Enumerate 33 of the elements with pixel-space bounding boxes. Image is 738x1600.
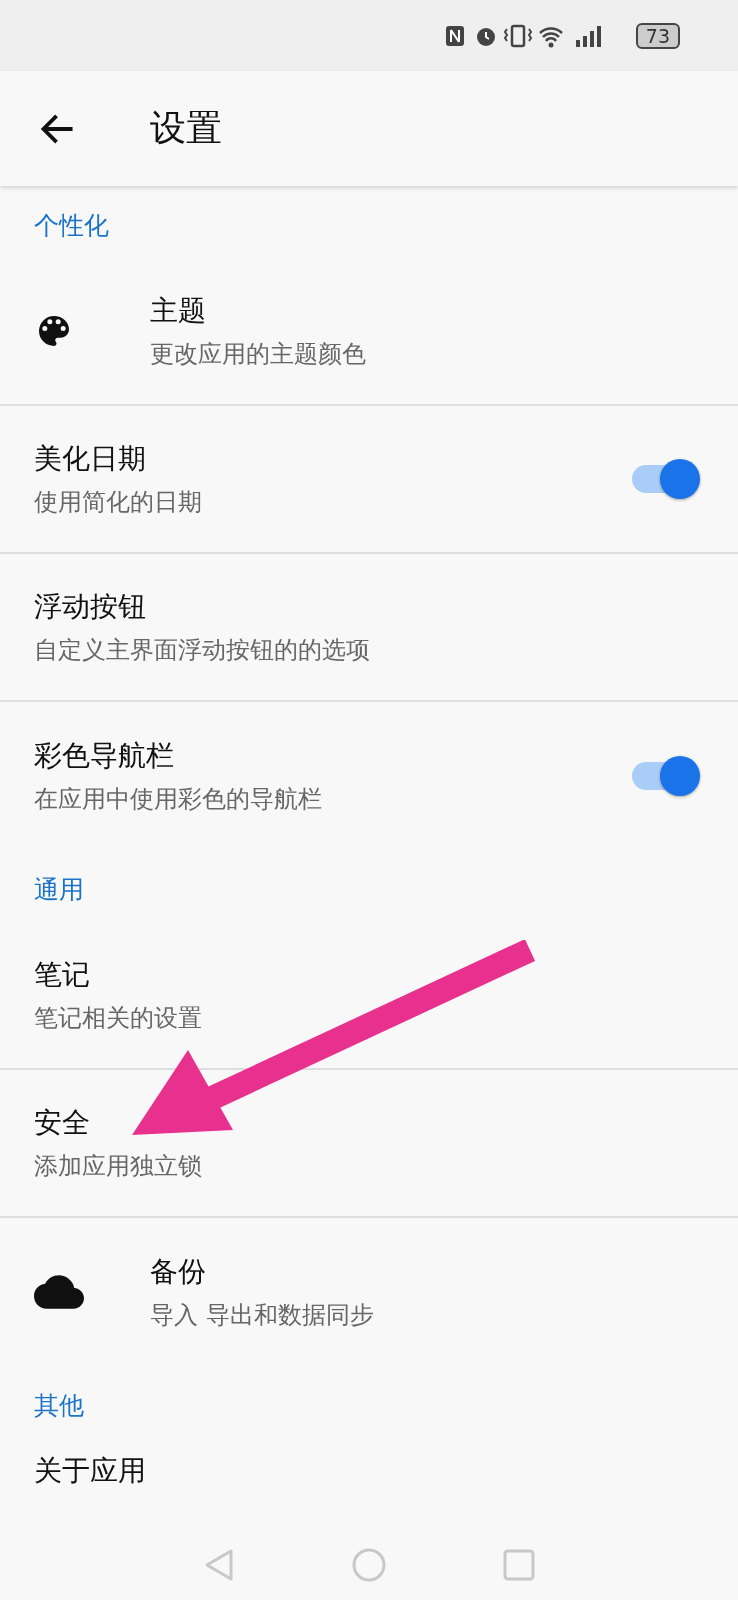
toggle-switch[interactable] [630,756,700,796]
item-title: 笔记 [34,957,91,993]
item-title: 主题 [150,293,207,329]
item-title: 美化日期 [34,441,147,477]
item-title: 安全 [34,1105,91,1141]
item-subtitle: 使用简化的日期 [34,487,203,518]
item-subtitle: 笔记相关的设置 [34,1003,203,1034]
section-header: 通用 [34,873,84,906]
cloud-icon [34,1275,84,1309]
back-arrow-icon [40,112,76,145]
item-title: 备份 [150,1254,207,1290]
item-title: 关于应用 [34,1453,147,1489]
section-header: 其他 [34,1389,84,1422]
settings-item[interactable]: 美化日期 使用简化的日期 [0,406,738,554]
battery-level: 73 [635,22,680,49]
item-subtitle: 更改应用的主题颜色 [150,339,367,370]
page-title: 设置 [150,106,222,150]
item-title: 浮动按钮 [34,589,147,625]
settings-item[interactable]: 备份 导入 导出和数据同步 [0,1218,738,1366]
item-subtitle: 在应用中使用彩色的导航栏 [34,784,323,815]
settings-item[interactable]: 关于应用 [0,1438,738,1490]
toggle-switch[interactable] [630,459,700,499]
settings-item[interactable]: 浮动按钮 自定义主界面浮动按钮的的选项 [0,554,738,702]
circle-icon [352,1548,386,1582]
item-subtitle: 自定义主界面浮动按钮的的选项 [34,635,371,666]
item-title: 彩色导航栏 [34,738,175,774]
item-subtitle: 导入 导出和数据同步 [150,1300,375,1331]
settings-item[interactable]: 主题 更改应用的主题颜色 [0,258,738,406]
section-header: 个性化 [34,209,109,242]
item-subtitle: 添加应用独立锁 [34,1151,203,1182]
triangle-icon [204,1548,234,1582]
square-icon [503,1549,535,1581]
settings-item[interactable]: 彩色导航栏 在应用中使用彩色的导航栏 [0,702,738,850]
